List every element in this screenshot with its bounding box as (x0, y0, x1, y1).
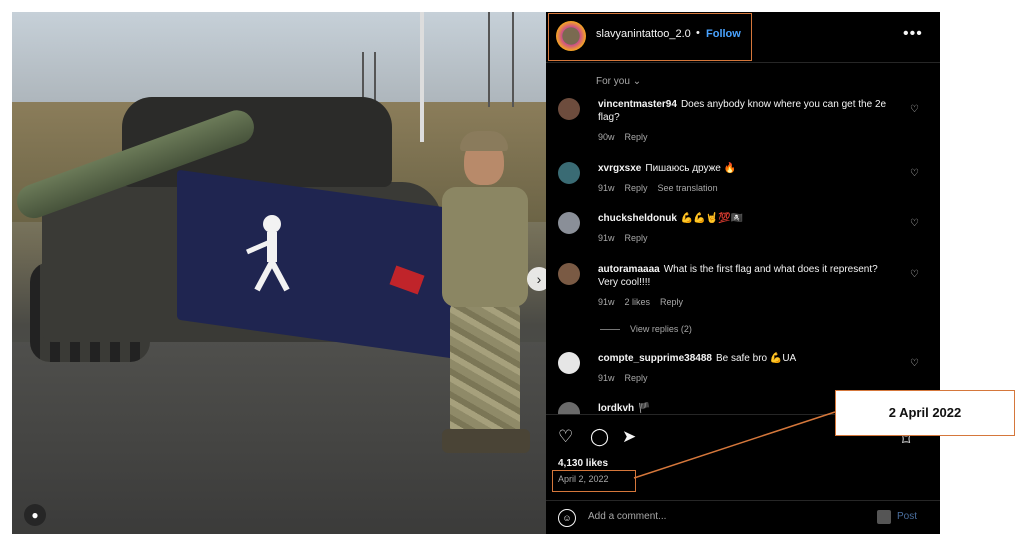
comment-age: 91w (598, 297, 615, 307)
comment-sort-label: For you (596, 76, 630, 87)
commenter-avatar[interactable] (558, 263, 580, 285)
like-heart-icon[interactable]: ♡ (910, 358, 919, 369)
comment-age: 90w (598, 132, 615, 142)
comment-meta: 90w Reply (598, 132, 658, 142)
post-button[interactable]: Post (897, 511, 917, 522)
comment-meta: 91w Reply (598, 373, 658, 383)
post-photo[interactable]: › ● (12, 12, 546, 534)
more-options-icon[interactable]: ••• (903, 25, 923, 43)
tagged-user-icon[interactable]: ● (24, 504, 46, 526)
reply-button[interactable]: Reply (625, 233, 648, 243)
view-replies-button[interactable]: View replies (2) (600, 324, 692, 334)
photo-sky (12, 12, 546, 102)
post-panel: slavyanintattoo_2.0 • Follow ••• For you… (546, 12, 940, 534)
comment-age: 91w (598, 183, 615, 193)
commenter-avatar[interactable] (558, 162, 580, 184)
likes-count[interactable]: 4,130 likes (558, 458, 608, 469)
comment-meta: 91w 2 likes Reply (598, 297, 693, 307)
emoji-icon[interactable]: ☺ (558, 509, 576, 527)
comment-item: compte_supprime38488 Be safe bro 💪UA 91w R… (558, 352, 928, 392)
comment-text-block: compte_supprime38488 Be safe bro 💪UA (598, 352, 898, 365)
add-comment-row: ☺ Add a comment... Post (546, 500, 940, 535)
comment-meta: 91w Reply (598, 233, 658, 243)
comment-age: 91w (598, 233, 615, 243)
commenter-username[interactable]: chucksheldonuk (598, 213, 677, 224)
soldier (420, 131, 540, 457)
commenter-avatar[interactable] (558, 98, 580, 120)
share-icon[interactable]: ➤ (622, 427, 636, 447)
reply-button[interactable]: Reply (625, 183, 648, 193)
chevron-down-icon: ⌄ (632, 76, 642, 87)
commenter-avatar[interactable] (558, 402, 580, 414)
heart-icon[interactable]: ♡ (558, 427, 573, 447)
commenter-username[interactable]: compte_supprime38488 (598, 353, 712, 364)
date-highlight-box (552, 470, 636, 492)
reply-button[interactable]: Reply (625, 132, 648, 142)
comment-item: xvrgxsxe Пишаюсь друже 🔥 91w Reply See tran… (558, 162, 928, 202)
next-photo-chevron-icon[interactable]: › (527, 267, 546, 291)
comment-text: 🏴 (638, 403, 651, 414)
comment-meta: 91w Reply See translation (598, 183, 728, 193)
replies-line (600, 329, 620, 331)
comment-text: Be safe bro 💪UA (715, 353, 797, 364)
like-heart-icon[interactable]: ♡ (910, 104, 919, 115)
commenter-username[interactable]: autoramaaaa (598, 264, 660, 275)
comment-text-block: vincentmaster94 Does anybody know where y… (598, 98, 898, 124)
see-translation-link[interactable]: See translation (658, 183, 718, 193)
commenter-username[interactable]: xvrgxsxe (598, 163, 641, 174)
utility-pole (420, 12, 424, 142)
comment-item: vincentmaster94 Does anybody know where y… (558, 98, 928, 148)
comment-icon[interactable]: ◯ (590, 427, 609, 447)
gif-icon[interactable] (877, 510, 891, 524)
reply-button[interactable]: Reply (625, 373, 648, 383)
comment-sort-dropdown[interactable]: For you ⌄ (596, 76, 641, 87)
comment-text: Пишаюсь друже 🔥 (645, 163, 737, 174)
commenter-avatar[interactable] (558, 352, 580, 374)
commenter-username[interactable]: lordkvh (598, 403, 634, 414)
power-pylon (488, 12, 514, 107)
comment-age: 91w (598, 373, 615, 383)
username-highlight-box (548, 13, 752, 61)
commenter-avatar[interactable] (558, 212, 580, 234)
commenter-username[interactable]: vincentmaster94 (598, 99, 677, 110)
add-comment-input[interactable]: Add a comment... (588, 511, 666, 522)
reply-button[interactable]: Reply (660, 297, 683, 307)
view-replies-label: View replies (2) (630, 324, 692, 334)
comment-item: chucksheldonuk 💪💪🤘💯🏴‍☠️ 91w Reply ♡ (558, 212, 928, 252)
like-heart-icon[interactable]: ♡ (910, 168, 919, 179)
comment-text: 💪💪🤘💯🏴‍☠️ (680, 213, 744, 224)
comment-text-block: xvrgxsxe Пишаюсь друже 🔥 (598, 162, 898, 175)
date-annotation-callout: 2 April 2022 (835, 390, 1015, 436)
like-heart-icon[interactable]: ♡ (910, 269, 919, 280)
flag-skeleton-figure (246, 215, 290, 292)
comment-likes[interactable]: 2 likes (625, 297, 651, 307)
comment-text-block: autoramaaaa What is the first flag and wh… (598, 263, 898, 289)
like-heart-icon[interactable]: ♡ (910, 218, 919, 229)
comment-text-block: chucksheldonuk 💪💪🤘💯🏴‍☠️ (598, 212, 898, 225)
